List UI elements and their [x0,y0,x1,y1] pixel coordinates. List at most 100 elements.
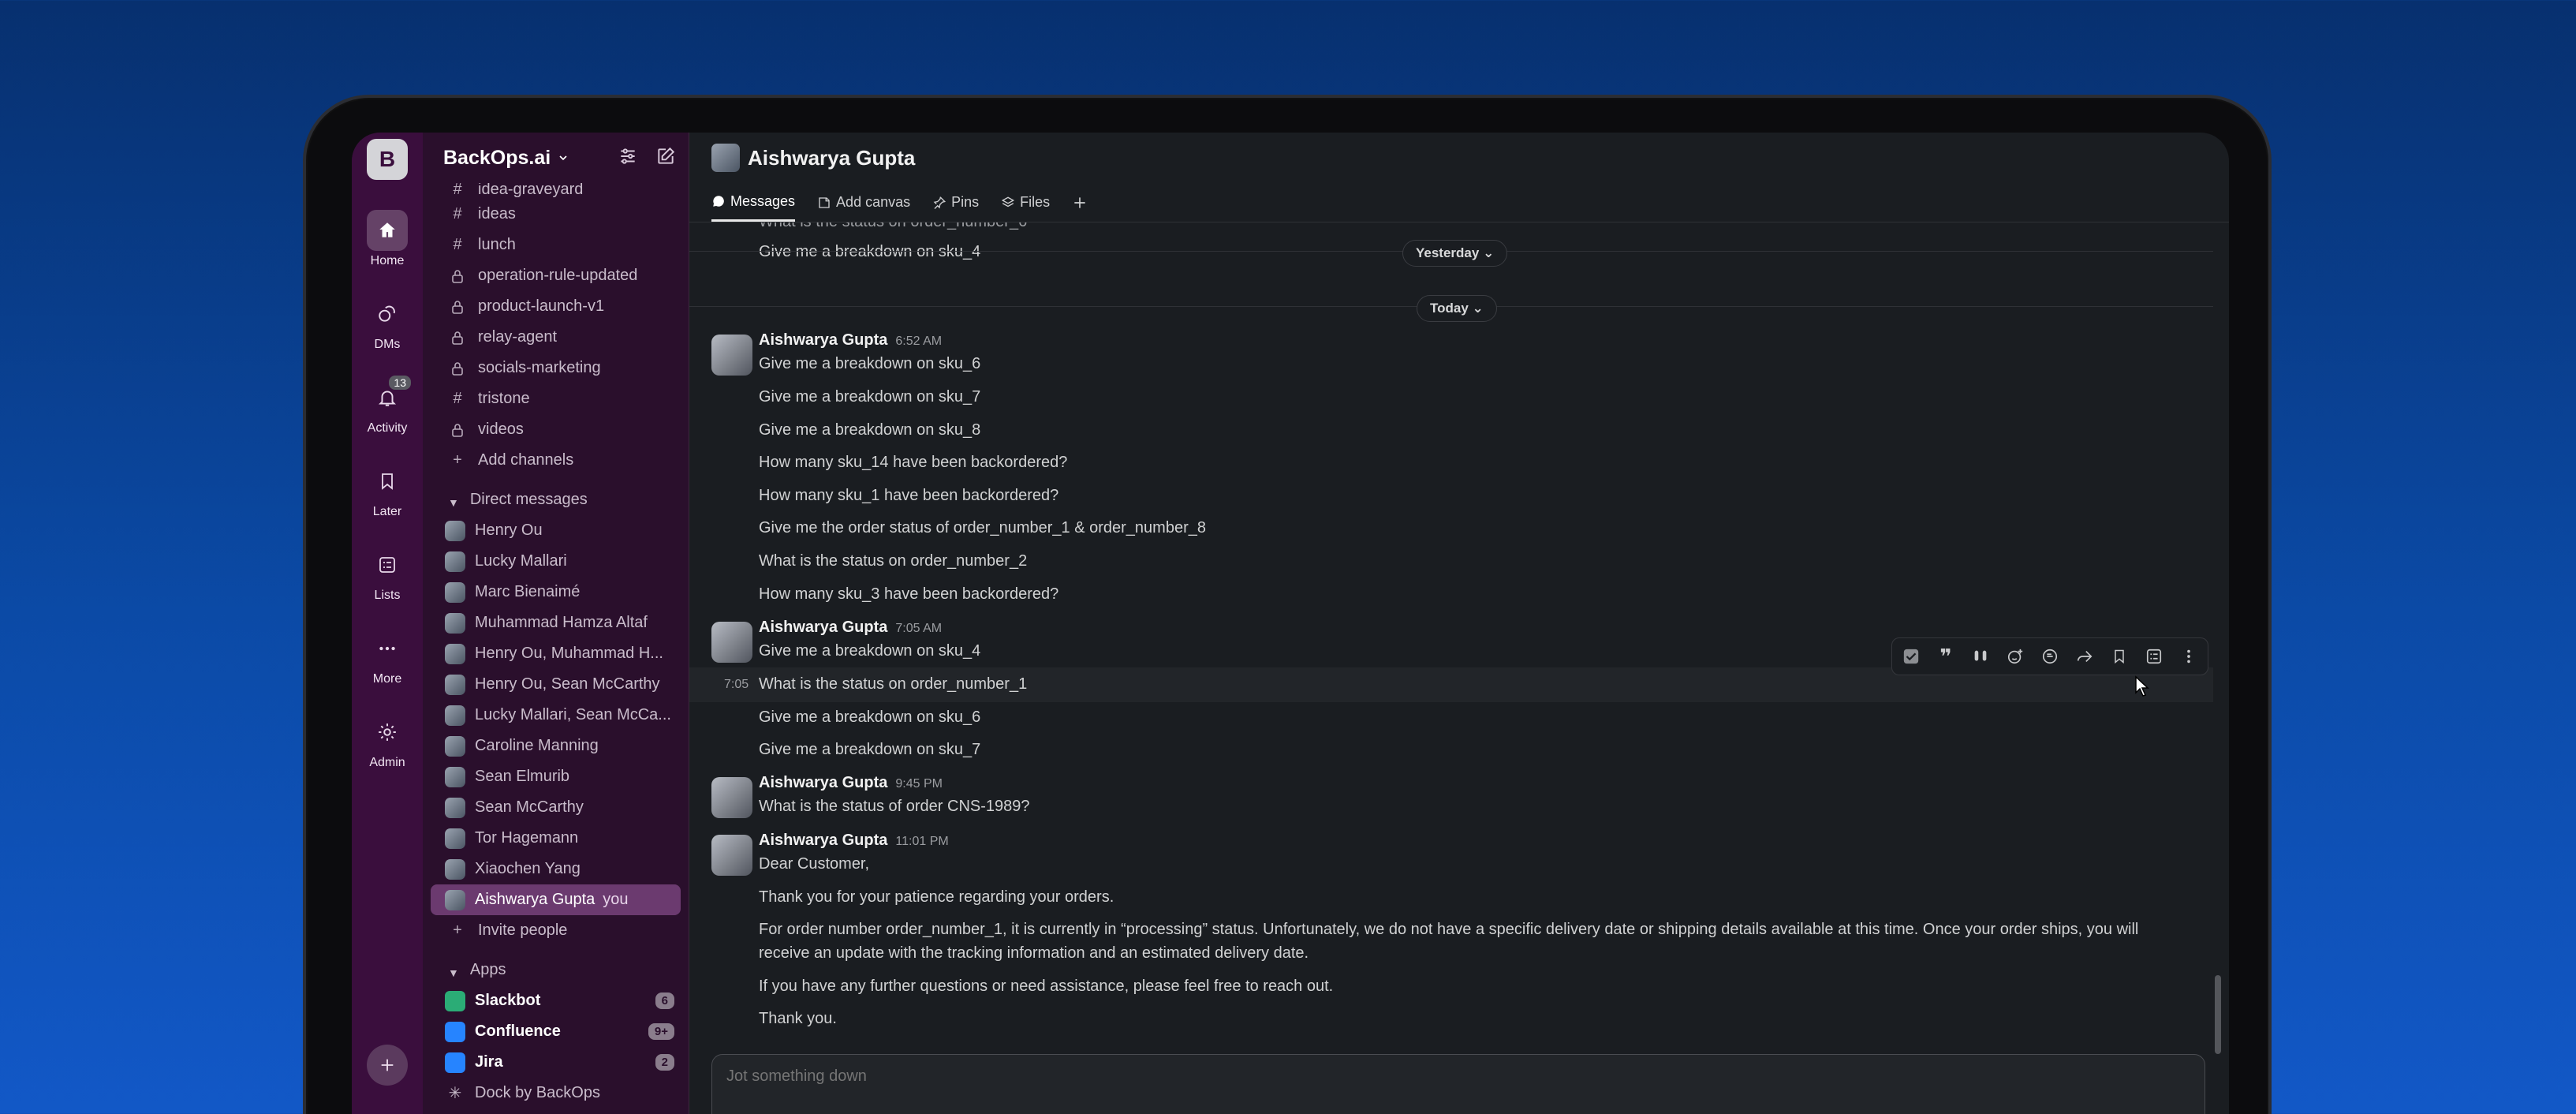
message-line: For order number order_number_1, it is c… [759,921,2139,938]
add-reaction-icon[interactable] [2004,645,2026,667]
add-tab-button[interactable] [1072,183,1088,222]
workspace-icon[interactable]: B [367,139,408,180]
rail-admin[interactable]: Admin [367,712,408,770]
sidebar-item-app[interactable]: Confluence 9+ [423,1016,689,1047]
message-line: How many sku_3 have been backordered? [759,585,1059,603]
confluence-icon [445,1021,465,1042]
bookmark-icon[interactable] [2108,645,2130,667]
add-channels-button[interactable]: + Add channels [423,445,689,476]
message-header: Aishwarya Gupta 9:45 PM [759,774,943,791]
rail-lists[interactable]: Lists [367,544,408,603]
sidebar-item-self-dm[interactable]: Aishwarya Gupta you [431,884,681,915]
conversation-pane: Aishwarya Gupta Messages Add canvas Pins… [689,133,2229,1114]
channel-title[interactable]: Aishwarya Gupta [748,146,915,170]
tab-add-canvas[interactable]: Add canvas [817,183,910,222]
sidebar-item-channel[interactable]: operation-rule-updated [423,260,689,291]
plus-icon: + [453,451,462,469]
message-line: Give me a breakdown on sku_4 [759,642,981,660]
sidebar-item-dm[interactable]: Marc Bienaimé [423,577,689,607]
sidebar-item-channel[interactable]: # ideas [423,199,689,230]
avatar [445,766,465,787]
hash-icon: # [453,236,462,253]
message-line: Give me a breakdown on sku_4 [759,243,981,260]
rail-more[interactable]: More [367,628,408,686]
list-icon [367,544,408,585]
message-line: What is the status of order CNS-1989? [759,798,1030,815]
rail-label: DMs [374,338,401,351]
message-line: How many sku_1 have been backordered? [759,487,1059,504]
sidebar-item-app[interactable]: Jira 2 [423,1047,689,1078]
sidebar-item-channel[interactable]: socials-marketing [423,353,689,383]
rail-label: Admin [369,756,405,769]
message-input[interactable] [712,1055,2205,1098]
compose-icon[interactable] [655,146,676,170]
sidebar-item-dm[interactable]: Xiaochen Yang [423,854,689,884]
sidebar-item-app[interactable]: ✳ Dock by BackOps [423,1078,689,1108]
forward-icon[interactable] [2074,645,2096,667]
sidebar-item-dm[interactable]: Henry Ou, Muhammad H... [423,638,689,669]
sidebar-item-dm[interactable]: Sean McCarthy [423,792,689,823]
sidebar-item-dm[interactable]: Lucky Mallari, Sean McCa... [423,700,689,731]
sidebar-item-dm[interactable]: Tor Hagemann [423,823,689,854]
avatar [445,735,465,757]
rail-activity[interactable]: 13 Activity [367,374,413,436]
sidebar-item-dm[interactable]: Muhammad Hamza Altaf [423,607,689,638]
message-line: What is the status on order_number_2 [759,552,1028,570]
message-scrollbar[interactable] [2215,975,2221,1054]
rail-label: Lists [374,589,401,602]
add-to-list-icon[interactable] [2143,645,2165,667]
message-line: What is the status on order_number_1 [759,675,1028,693]
tab-messages[interactable]: Messages [711,183,796,222]
dms-icon [367,293,408,335]
avatar [445,828,465,849]
sidebar-item-dm[interactable]: Caroline Manning [423,731,689,761]
reply-thread-icon[interactable] [2039,645,2061,667]
avatar[interactable] [711,622,752,663]
sidebar-item-dm[interactable]: Sean Elmurib [423,761,689,792]
plus-icon: + [453,921,462,939]
sidebar-item-channel[interactable]: # lunch [423,230,689,260]
tab-pins[interactable]: Pins [932,183,979,222]
workspace-name-button[interactable]: BackOps.ai [443,147,569,170]
rail-home[interactable]: Home [367,210,408,268]
checkmark-reaction-icon[interactable] [1900,645,1922,667]
dm-section-header[interactable]: ▼ Direct messages [423,476,689,515]
tab-files[interactable]: Files [1001,183,1050,222]
message-actions-toolbar: ❞ [1891,637,2208,675]
message-line: Give me a breakdown on sku_8 [759,421,981,439]
activity-badge: 13 [387,374,413,391]
raised-hands-reaction-icon[interactable] [1969,645,1992,667]
date-divider-yesterday[interactable]: Yesterday ⌄ [1402,240,1508,267]
message-line: Give me a breakdown on sku_7 [759,388,981,406]
sidebar-list: # idea-graveyard # ideas # lunch operation-… [423,172,689,1108]
sidebar-item-dm[interactable]: Henry Ou [423,515,689,546]
sidebar-item-channel[interactable]: videos [423,414,689,445]
avatar[interactable] [711,777,752,818]
sidebar-item-dm[interactable]: Henry Ou, Sean McCarthy [423,669,689,700]
lock-icon [448,423,467,437]
message-line: Thank you. [759,1010,837,1027]
message-header: Aishwarya Gupta 11:01 PM [759,832,949,849]
apps-section-header[interactable]: ▼ Apps [423,946,689,985]
invite-people-button[interactable]: + Invite people [423,915,689,946]
avatar[interactable] [711,335,752,376]
date-divider-today[interactable]: Today ⌄ [1417,295,1497,322]
sidebar-item-channel[interactable]: relay-agent [423,322,689,353]
sidebar-item-channel[interactable]: # tristone [423,383,689,414]
avatar [711,144,740,172]
sidebar-item-dm[interactable]: Lucky Mallari [423,546,689,577]
more-actions-icon[interactable] [2178,645,2200,667]
quote-reaction-icon[interactable]: ❞ [1935,645,1957,668]
message-timestamp[interactable]: 7:05 [724,678,749,692]
avatar[interactable] [711,835,752,876]
caret-down-icon: ▼ [448,966,459,979]
rail-label: Later [372,505,402,518]
channel-sidebar: # idea-graveyard # ideas # lunch operation-… [423,133,689,1114]
sidebar-item-app[interactable]: Slackbot 6 [423,985,689,1016]
rail-dms[interactable]: DMs [367,293,408,352]
message-line: How many sku_14 have been backordered? [759,454,1068,471]
sidebar-item-channel[interactable]: product-launch-v1 [423,291,689,322]
add-workspace-button[interactable] [367,1045,408,1086]
filter-icon[interactable] [618,146,638,170]
rail-later[interactable]: Later [367,461,408,519]
